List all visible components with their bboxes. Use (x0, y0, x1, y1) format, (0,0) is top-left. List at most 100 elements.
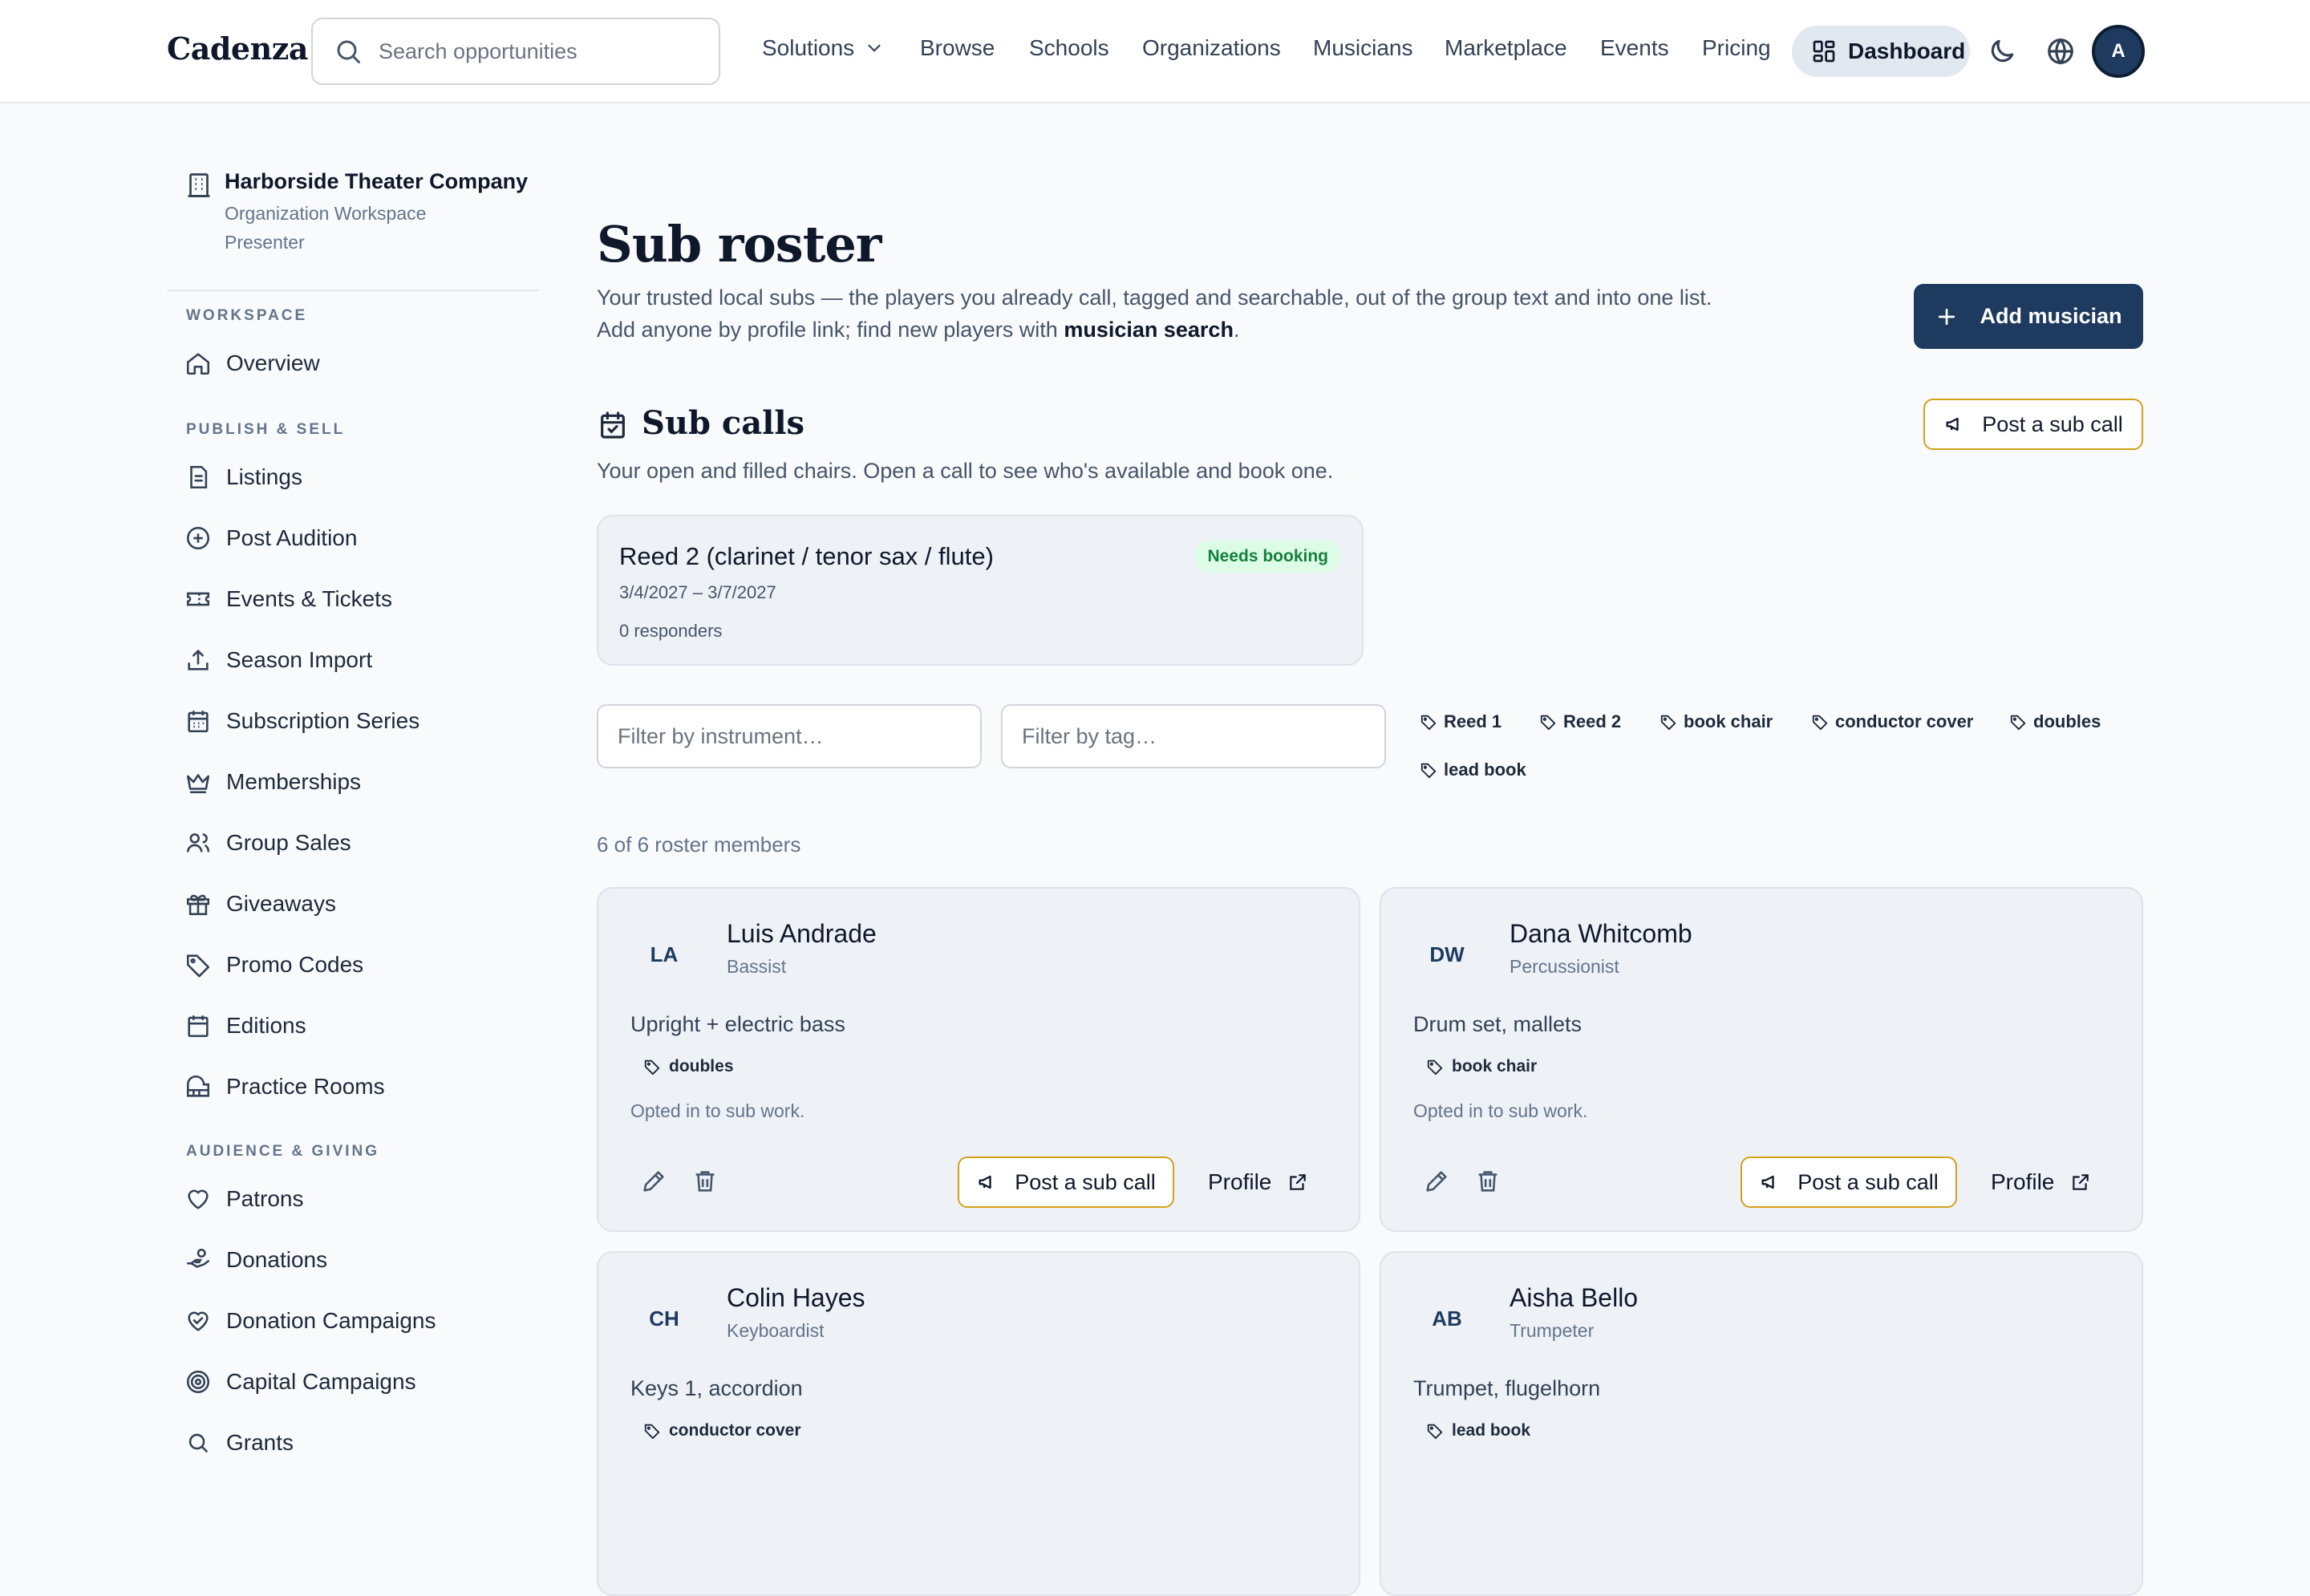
sidebar-item-memberships[interactable]: Memberships (184, 763, 361, 801)
roster-member-card: DW Dana Whitcomb Percussionist Drum set,… (1380, 887, 2143, 1232)
member-name[interactable]: Luis Andrade (727, 919, 877, 949)
user-avatar[interactable]: A (2092, 25, 2145, 78)
search-input[interactable] (379, 38, 683, 64)
nav-musicians[interactable]: Musicians (1313, 35, 1412, 61)
member-profile-link[interactable]: Profile (1208, 1156, 1308, 1208)
dashboard-button[interactable]: Dashboard (1792, 26, 1970, 77)
add-musician-button[interactable]: Add musician (1914, 284, 2143, 349)
member-avatar: LA (650, 942, 679, 966)
trash-icon[interactable] (691, 1168, 719, 1195)
tag-filter-conductor-cover[interactable]: conductor cover (1811, 706, 1973, 738)
sidebar-divider (167, 290, 539, 291)
globe-icon[interactable] (2045, 36, 2076, 67)
sidebar-item-donations[interactable]: Donations (184, 1241, 327, 1279)
page-title: Sub roster (597, 215, 881, 273)
sidebar-item-group-sales[interactable]: Group Sales (184, 824, 351, 862)
musician-search-link[interactable]: musician search (1064, 318, 1234, 342)
nav-events[interactable]: Events (1600, 35, 1669, 61)
tag-label: Reed 1 (1444, 711, 1502, 731)
member-tag: book chair (1426, 1057, 1537, 1076)
sidebar-item-season-import[interactable]: Season Import (184, 641, 372, 679)
tag-filter-doubles[interactable]: doubles (2009, 706, 2101, 738)
sub-call-title: Reed 2 (clarinet / tenor sax / flute) (619, 542, 994, 570)
sidebar-item-label: Practice Rooms (226, 1074, 385, 1099)
sub-call-card[interactable]: Reed 2 (clarinet / tenor sax / flute) Ne… (597, 515, 1364, 666)
post-sub-call-label: Post a sub call (1982, 411, 2123, 436)
nav-organizations[interactable]: Organizations (1142, 35, 1281, 61)
pencil-icon[interactable] (1423, 1168, 1450, 1195)
sidebar-item-overview[interactable]: Overview (184, 344, 320, 383)
pencil-icon[interactable] (640, 1168, 667, 1195)
sidebar: Harborside Theater Company Organization … (167, 103, 539, 1455)
member-name[interactable]: Colin Hayes (727, 1283, 865, 1313)
search-box[interactable] (311, 18, 720, 85)
sidebar-item-giveaways[interactable]: Giveaways (184, 885, 336, 923)
roster-member-card: AB Aisha Bello Trumpeter Trumpet, flugel… (1380, 1251, 2143, 1596)
instrument-filter-input[interactable] (597, 704, 982, 768)
member-optin-status: Opted in to sub work. (630, 1100, 805, 1121)
sidebar-item-post-audition[interactable]: Post Audition (184, 519, 357, 557)
section-publish: PUBLISH & SELL (186, 421, 346, 438)
nav-schools[interactable]: Schools (1029, 35, 1109, 61)
tag-icon (1811, 713, 1829, 731)
sidebar-item-label: Group Sales (226, 830, 351, 855)
member-name[interactable]: Dana Whitcomb (1510, 919, 1692, 949)
search-icon (334, 37, 363, 66)
roster-member-card: LA Luis Andrade Bassist Upright + electr… (597, 887, 1360, 1232)
tag-filter-reed2[interactable]: Reed 2 (1539, 706, 1621, 738)
sidebar-item-events-tickets[interactable]: Events & Tickets (184, 580, 392, 618)
member-profile-link[interactable]: Profile (1991, 1156, 2091, 1208)
tag-icon (184, 951, 212, 978)
sidebar-item-label: Events & Tickets (226, 586, 392, 611)
nav-solutions[interactable]: Solutions (762, 35, 885, 61)
trash-icon[interactable] (1474, 1168, 1502, 1195)
status-badge: Needs booking (1194, 541, 1341, 573)
nav-marketplace[interactable]: Marketplace (1445, 35, 1567, 61)
sub-call-responders: 0 responders (619, 621, 723, 641)
tag-filter-input[interactable] (1001, 704, 1386, 768)
megaphone-icon (1943, 413, 1966, 435)
member-note: Drum set, mallets (1413, 1012, 1583, 1036)
gift-icon (184, 890, 212, 917)
document-icon (184, 464, 212, 491)
tag-label: lead book (1444, 760, 1526, 780)
sidebar-item-donation-campaigns[interactable]: Donation Campaigns (184, 1302, 436, 1340)
sidebar-item-label: Season Import (226, 647, 373, 672)
page-description-line2: Add anyone by profile link; find new pla… (597, 318, 1239, 342)
brand-logo[interactable]: Cadenza (167, 30, 308, 67)
tag-label: book chair (1684, 711, 1773, 731)
member-post-sub-call-button[interactable]: Post a sub call (1741, 1156, 1957, 1208)
member-post-sub-call-button[interactable]: Post a sub call (958, 1156, 1174, 1208)
sidebar-item-label: Patrons (226, 1186, 304, 1211)
member-tag-label: conductor cover (669, 1421, 801, 1440)
sidebar-item-patrons[interactable]: Patrons (184, 1180, 304, 1218)
tag-label: doubles (2033, 711, 2101, 731)
tag-filter-lead-book[interactable]: lead book (1420, 754, 1526, 786)
nav-browse[interactable]: Browse (920, 35, 995, 61)
users-icon (184, 829, 212, 857)
sidebar-item-practice-rooms[interactable]: Practice Rooms (184, 1067, 385, 1106)
sidebar-item-editions[interactable]: Editions (184, 1007, 306, 1045)
moon-icon[interactable] (1987, 36, 2017, 67)
nav-pricing[interactable]: Pricing (1702, 35, 1771, 61)
member-role: Keyboardist (727, 1320, 825, 1341)
tag-filter-reed1[interactable]: Reed 1 (1420, 706, 1502, 738)
member-name[interactable]: Aisha Bello (1510, 1283, 1638, 1313)
member-post-sub-call-label: Post a sub call (1797, 1169, 1939, 1194)
post-sub-call-button[interactable]: Post a sub call (1923, 399, 2143, 450)
sidebar-item-listings[interactable]: Listings (184, 458, 302, 496)
tag-filter-book-chair[interactable]: book chair (1660, 706, 1773, 738)
hand-coins-icon (184, 1246, 212, 1274)
tag-icon (1426, 1422, 1444, 1440)
member-note: Trumpet, flugelhorn (1413, 1376, 1601, 1400)
tag-icon (1426, 1058, 1444, 1075)
sidebar-item-subscription-series[interactable]: Subscription Series (184, 702, 419, 740)
heart-icon (184, 1185, 212, 1213)
member-tag: conductor cover (643, 1421, 801, 1440)
member-avatar: DW (1429, 942, 1465, 966)
sidebar-item-capital-campaigns[interactable]: Capital Campaigns (184, 1363, 416, 1401)
member-role: Trumpeter (1510, 1320, 1595, 1341)
tag-icon (1660, 713, 1677, 731)
sidebar-item-promo-codes[interactable]: Promo Codes (184, 946, 363, 984)
sidebar-item-grants[interactable]: Grants (184, 1424, 294, 1462)
